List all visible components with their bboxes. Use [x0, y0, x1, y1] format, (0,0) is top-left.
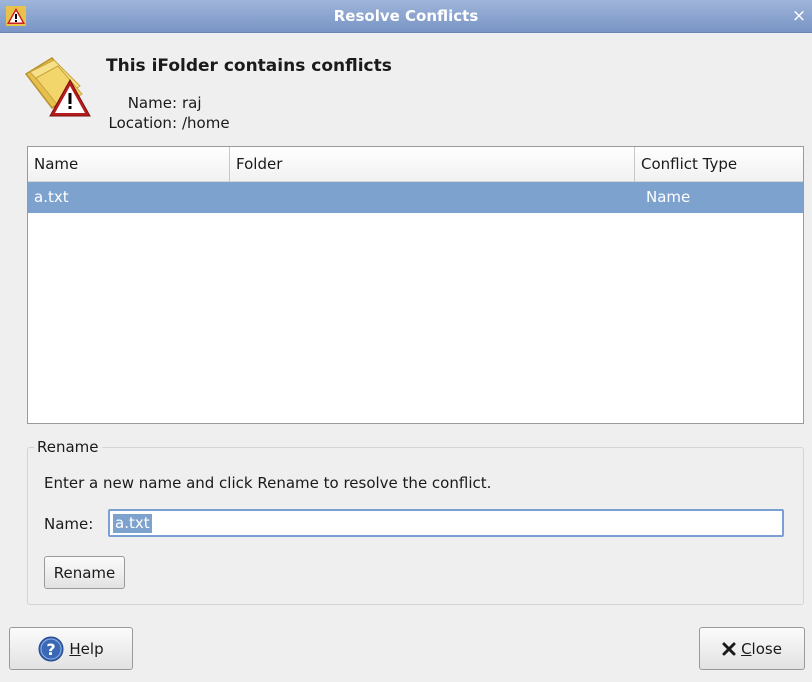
help-icon: ?: [38, 636, 64, 661]
rename-name-input-selection: a.txt: [113, 514, 152, 533]
location-info-value: /home: [182, 114, 230, 132]
folder-warning-icon: [24, 57, 91, 117]
column-header-name[interactable]: Name: [28, 147, 229, 182]
name-info-value: raj: [182, 94, 202, 112]
name-info-row: Name: raj: [91, 94, 202, 112]
column-header-conflict-type[interactable]: Conflict Type: [634, 147, 804, 182]
cell-conflict-type: Name: [646, 188, 691, 206]
column-header-folder[interactable]: Folder: [229, 147, 634, 182]
rename-instruction: Enter a new name and click Rename to res…: [44, 474, 492, 492]
cell-name: a.txt: [34, 188, 69, 206]
window-title: Resolve Conflicts: [333, 7, 479, 25]
conflicts-table[interactable]: Name Folder Conflict Type a.txt Name: [27, 146, 804, 424]
help-label-rest: elp: [80, 639, 104, 658]
rename-name-input[interactable]: [108, 509, 784, 537]
rename-group-legend: Rename: [34, 438, 102, 456]
table-header: Name Folder Conflict Type: [28, 147, 803, 182]
conflicts-heading: This iFolder contains conflicts: [106, 56, 392, 76]
location-info-label: Location:: [108, 114, 178, 132]
location-info-row: Location:/home: [91, 114, 230, 132]
svg-text:?: ?: [47, 640, 56, 659]
rename-button[interactable]: Rename: [44, 556, 125, 589]
help-mnemonic: H: [69, 639, 81, 658]
close-button[interactable]: Close: [699, 627, 805, 670]
help-button[interactable]: ? Help: [9, 627, 133, 670]
close-button-label: Close: [741, 640, 782, 658]
close-mnemonic: C: [741, 639, 752, 658]
help-button-label: Help: [69, 640, 103, 658]
close-x-icon: [722, 642, 736, 655]
name-info-label: Name:: [127, 94, 177, 112]
title-bar[interactable]: Resolve Conflicts ×: [0, 0, 812, 33]
table-row[interactable]: a.txt Name: [28, 182, 803, 213]
close-label-rest: lose: [751, 639, 782, 658]
window-close-button[interactable]: ×: [788, 5, 810, 27]
rename-name-label: Name:: [44, 515, 94, 533]
cell-folder: [230, 182, 635, 213]
